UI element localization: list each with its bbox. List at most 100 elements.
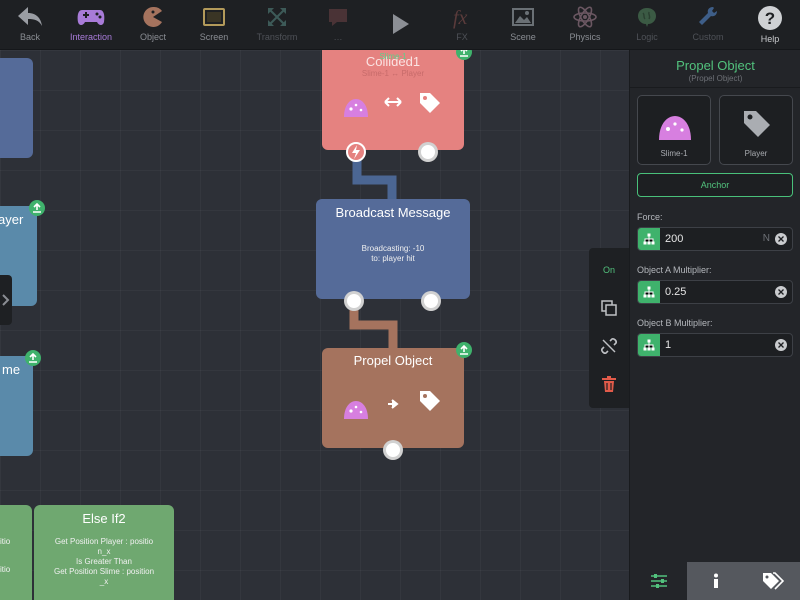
scene-icon — [512, 8, 534, 26]
back-button[interactable]: Back — [10, 0, 50, 50]
collided-trigger-port[interactable] — [346, 142, 366, 162]
custom-button[interactable]: Custom — [688, 0, 728, 50]
propel-node[interactable]: Propel Object — [322, 342, 472, 460]
left-node-bottom-line3: itio — [0, 565, 11, 574]
add-node-icon[interactable] — [456, 342, 472, 358]
screen-label: Screen — [199, 32, 229, 42]
scene-label: Scene — [510, 32, 536, 42]
properties-panel: Propel Object (Propel Object) Slime-1 Pl… — [629, 50, 800, 600]
brain-icon — [638, 8, 656, 27]
slime-icon — [344, 99, 368, 117]
tag-icon — [420, 93, 440, 113]
object-a-card[interactable]: Slime-1 — [637, 95, 711, 165]
anchor-button[interactable]: Anchor — [637, 173, 793, 197]
broadcast-port-right[interactable] — [421, 291, 441, 311]
panel-tabs — [630, 562, 800, 600]
broadcast-port-left[interactable] — [344, 291, 364, 311]
left-node-slime[interactable]: me — [0, 350, 41, 456]
delete-button[interactable] — [589, 370, 629, 398]
propel-output-port[interactable] — [383, 440, 403, 460]
interaction-button[interactable]: Interaction — [66, 0, 116, 50]
physics-label: Physics — [569, 32, 601, 42]
screen-button[interactable]: Screen — [194, 0, 234, 50]
else-if-line1: Get Position Player : positio — [54, 537, 154, 546]
broadcast-node[interactable]: Broadcast Message Broadcasting: -10 to: … — [316, 199, 470, 311]
tab-info[interactable] — [687, 562, 744, 600]
collided-node[interactable]: Collided1 Slime-1 Slime-1 ↔ Player — [322, 50, 472, 162]
arrow-right-icon — [388, 399, 399, 409]
tab-properties[interactable] — [630, 562, 687, 600]
object-b-card[interactable]: Player — [719, 95, 793, 165]
trash-icon — [602, 376, 616, 392]
mult-a-label: Object A Multiplier: — [637, 265, 712, 275]
collided-output-port[interactable] — [418, 142, 438, 162]
object-a-label: Slime-1 — [660, 149, 688, 158]
chevron-right-icon — [2, 294, 10, 306]
fx-label: FX — [456, 32, 468, 42]
play-button[interactable] — [380, 0, 420, 50]
comment-button[interactable]: … — [320, 0, 356, 50]
mult-b-field[interactable]: 1 — [637, 333, 793, 357]
left-node-bottom[interactable]: itio itio — [0, 505, 32, 600]
mult-b-value[interactable]: 1 — [665, 339, 765, 351]
toggle-on-button[interactable]: On — [589, 256, 629, 284]
collided-overlay-label: Slime-1 — [379, 52, 407, 61]
force-label: Force: — [637, 212, 663, 222]
tag-icon — [744, 111, 770, 137]
hierarchy-icon[interactable] — [638, 281, 660, 303]
info-icon — [713, 573, 718, 588]
unlink-button[interactable] — [589, 332, 629, 360]
panel-title: Propel Object — [676, 58, 755, 73]
logic-label: Logic — [636, 32, 658, 42]
comment-icon — [329, 9, 347, 26]
clear-icon[interactable] — [775, 286, 787, 298]
interaction-label: Interaction — [69, 32, 113, 42]
clear-icon[interactable] — [775, 233, 787, 245]
help-icon: ? — [758, 6, 782, 30]
add-node-icon[interactable] — [29, 200, 45, 216]
else-if-line3: Is Greater Than — [76, 557, 132, 566]
broadcast-line1: Broadcasting: -10 — [361, 244, 425, 253]
logic-button[interactable]: Logic — [627, 0, 667, 50]
panel-subtitle: (Propel Object) — [688, 74, 743, 83]
svg-text:?: ? — [765, 9, 775, 28]
transform-label: Transform — [256, 32, 298, 42]
double-arrow-icon — [384, 97, 402, 107]
physics-button[interactable]: Physics — [565, 0, 605, 50]
help-label: Help — [760, 34, 780, 44]
lightning-icon — [352, 145, 360, 159]
left-node-bottom-line1: itio — [0, 537, 11, 546]
object-button[interactable]: Object — [133, 0, 173, 50]
mult-a-field[interactable]: 0.25 — [637, 280, 793, 304]
left-drawer-handle[interactable] — [0, 275, 12, 325]
gamepad-icon — [77, 10, 105, 25]
help-button[interactable]: ? Help — [750, 0, 790, 50]
back-label: Back — [19, 32, 40, 42]
atom-icon — [573, 6, 597, 28]
object-b-label: Player — [744, 149, 768, 158]
tab-tags[interactable] — [744, 562, 800, 600]
force-unit: N — [762, 233, 770, 244]
scene-button[interactable]: Scene — [503, 0, 543, 50]
broadcast-title: Broadcast Message — [335, 205, 451, 220]
fx-button[interactable]: fx FX — [442, 0, 482, 50]
hierarchy-icon[interactable] — [638, 334, 660, 356]
logic-canvas[interactable]: ayer me itio itio Else If2 Get Position … — [0, 50, 629, 600]
svg-text:fx: fx — [453, 7, 468, 29]
force-field[interactable]: 200 N — [637, 227, 793, 251]
mult-a-value[interactable]: 0.25 — [665, 286, 765, 298]
else-if-node[interactable]: Else If2 Get Position Player : positio n… — [34, 505, 174, 600]
force-value[interactable]: 200 — [665, 233, 765, 245]
left-node-top[interactable] — [0, 58, 33, 158]
object-label: Object — [139, 32, 166, 42]
clear-icon[interactable] — [775, 339, 787, 351]
play-icon — [393, 14, 409, 34]
else-if-title: Else If2 — [82, 511, 126, 526]
duplicate-button[interactable] — [589, 294, 629, 322]
add-node-icon[interactable] — [25, 350, 41, 366]
hierarchy-icon[interactable] — [638, 228, 660, 250]
transform-button[interactable]: Transform — [254, 0, 300, 50]
slime-icon — [344, 401, 368, 419]
toggle-on-label: On — [602, 265, 615, 275]
back-arrow-icon — [18, 7, 42, 26]
